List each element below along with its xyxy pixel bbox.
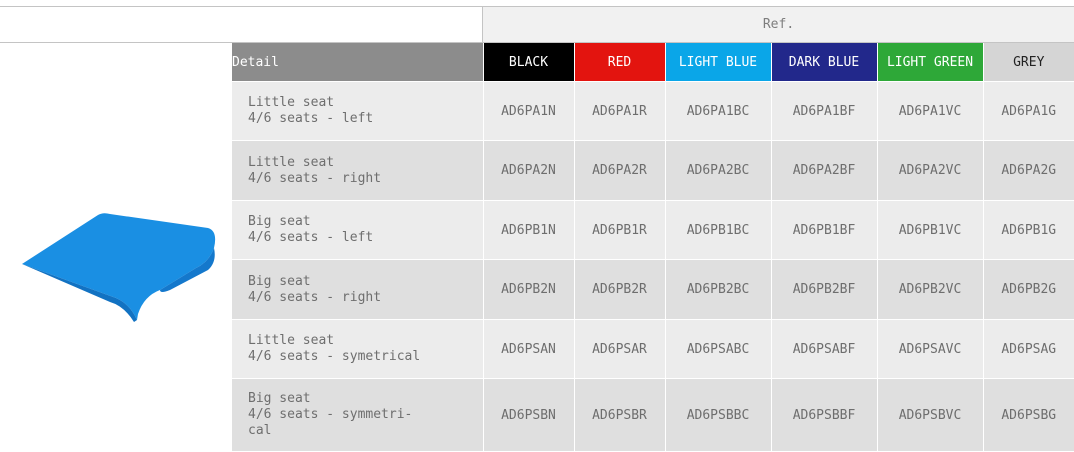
ref-cell-grey: AD6PSAG xyxy=(983,319,1074,380)
detail-line: Little seat xyxy=(248,333,335,349)
ref-cell-red: AD6PA1R xyxy=(574,81,666,142)
color-header-grey: GREY xyxy=(983,43,1074,82)
ref-cell-red: AD6PSAR xyxy=(574,319,666,380)
detail-line: Little seat xyxy=(248,154,335,170)
detail-cell: Little seat 4/6 seats - left xyxy=(232,81,484,142)
detail-cell: Little seat 4/6 seats - symetrical xyxy=(232,319,484,380)
color-header-red: RED xyxy=(574,43,666,82)
ref-cell-light-blue: AD6PSABC xyxy=(665,319,772,380)
ref-cell-light-green: AD6PA1VC xyxy=(877,81,984,142)
detail-line: Big seat xyxy=(248,273,311,289)
ref-cell-dark-blue: AD6PSBBF xyxy=(771,378,878,452)
ref-cell-light-green: AD6PB1VC xyxy=(877,200,984,261)
ref-cell-light-blue: AD6PA1BC xyxy=(665,81,772,142)
color-header-black: BLACK xyxy=(483,43,575,82)
ref-cell-light-green: AD6PB2VC xyxy=(877,259,984,320)
table-row: Little seat 4/6 seats - left AD6PA1N AD6PA1… xyxy=(232,81,1074,142)
table-row: Little seat 4/6 seats - right AD6PA2N AD6PA… xyxy=(232,140,1074,201)
detail-cell: Big seat 4/6 seats - symmetri-cal xyxy=(232,378,484,452)
ref-cell-dark-blue: AD6PSABF xyxy=(771,319,878,380)
ref-cell-light-blue: AD6PSBBC xyxy=(665,378,772,452)
ref-cell-black: AD6PSBN xyxy=(483,378,575,452)
table-row: Big seat 4/6 seats - symmetri-cal AD6PSBN A… xyxy=(232,378,1074,452)
detail-line: 4/6 seats - left xyxy=(248,111,374,127)
detail-line: Little seat xyxy=(248,95,335,111)
detail-line: 4/6 seats - symetrical xyxy=(248,349,421,365)
reference-rows: Little seat 4/6 seats - left AD6PA1N AD6PA1… xyxy=(232,81,1074,452)
ref-cell-grey: AD6PA1G xyxy=(983,81,1074,142)
ref-cell-black: AD6PB2N xyxy=(483,259,575,320)
detail-line: Big seat xyxy=(248,391,311,407)
ref-cell-light-blue: AD6PB2BC xyxy=(665,259,772,320)
detail-cell: Big seat 4/6 seats - left xyxy=(232,200,484,261)
detail-line: 4/6 seats - left xyxy=(248,230,374,246)
ref-cell-grey: AD6PA2G xyxy=(983,140,1074,201)
reference-table: Detail BLACK RED LIGHT BLUE DARK BLUE LIGHT … xyxy=(232,43,1074,452)
ref-cell-black: AD6PSAN xyxy=(483,319,575,380)
ref-cell-grey: AD6PSBG xyxy=(983,378,1074,452)
ref-cell-grey: AD6PB1G xyxy=(983,200,1074,261)
color-header-dark-blue: DARK BLUE xyxy=(771,43,878,82)
table-row: Big seat 4/6 seats - left AD6PB1N AD6PB1R AD… xyxy=(232,200,1074,261)
ref-cell-dark-blue: AD6PB1BF xyxy=(771,200,878,261)
blue-seat-cushion-icon xyxy=(22,213,216,322)
ref-cell-grey: AD6PB2G xyxy=(983,259,1074,320)
table-row: Big seat 4/6 seats - right AD6PB2N AD6PB2R A… xyxy=(232,259,1074,320)
detail-line: Big seat xyxy=(248,214,311,230)
ref-cell-dark-blue: AD6PB2BF xyxy=(771,259,878,320)
detail-column-header: Detail xyxy=(232,43,484,82)
ref-cell-light-green: AD6PA2VC xyxy=(877,140,984,201)
detail-line: cal xyxy=(248,423,272,439)
detail-cell: Big seat 4/6 seats - right xyxy=(232,259,484,320)
ref-header: Ref. xyxy=(762,17,795,32)
ref-cell-light-blue: AD6PA2BC xyxy=(665,140,772,201)
detail-line: 4/6 seats - right xyxy=(248,289,382,305)
ref-cell-red: AD6PSBR xyxy=(574,378,666,452)
ref-cell-red: AD6PB1R xyxy=(574,200,666,261)
ref-cell-dark-blue: AD6PA2BF xyxy=(771,140,878,201)
ref-cell-light-blue: AD6PB1BC xyxy=(665,200,772,261)
ref-cell-black: AD6PA2N xyxy=(483,140,575,201)
color-header-light-green: LIGHT GREEN xyxy=(877,43,984,82)
ref-cell-red: AD6PA2R xyxy=(574,140,666,201)
detail-line: 4/6 seats - right xyxy=(248,170,382,186)
table-row: Little seat 4/6 seats - symetrical AD6PSAN… xyxy=(232,319,1074,380)
ref-cell-light-green: AD6PSBVC xyxy=(877,378,984,452)
color-header-row: Detail BLACK RED LIGHT BLUE DARK BLUE LIGHT … xyxy=(232,43,1074,82)
ref-cell-black: AD6PA1N xyxy=(483,81,575,142)
color-header-light-blue: LIGHT BLUE xyxy=(665,43,772,82)
ref-cell-dark-blue: AD6PA1BF xyxy=(771,81,878,142)
detail-line: 4/6 seats - symmetri- xyxy=(248,407,413,423)
detail-cell: Little seat 4/6 seats - right xyxy=(232,140,484,201)
ref-cell-light-green: AD6PSAVC xyxy=(877,319,984,380)
ref-cell-red: AD6PB2R xyxy=(574,259,666,320)
ref-cell-black: AD6PB1N xyxy=(483,200,575,261)
